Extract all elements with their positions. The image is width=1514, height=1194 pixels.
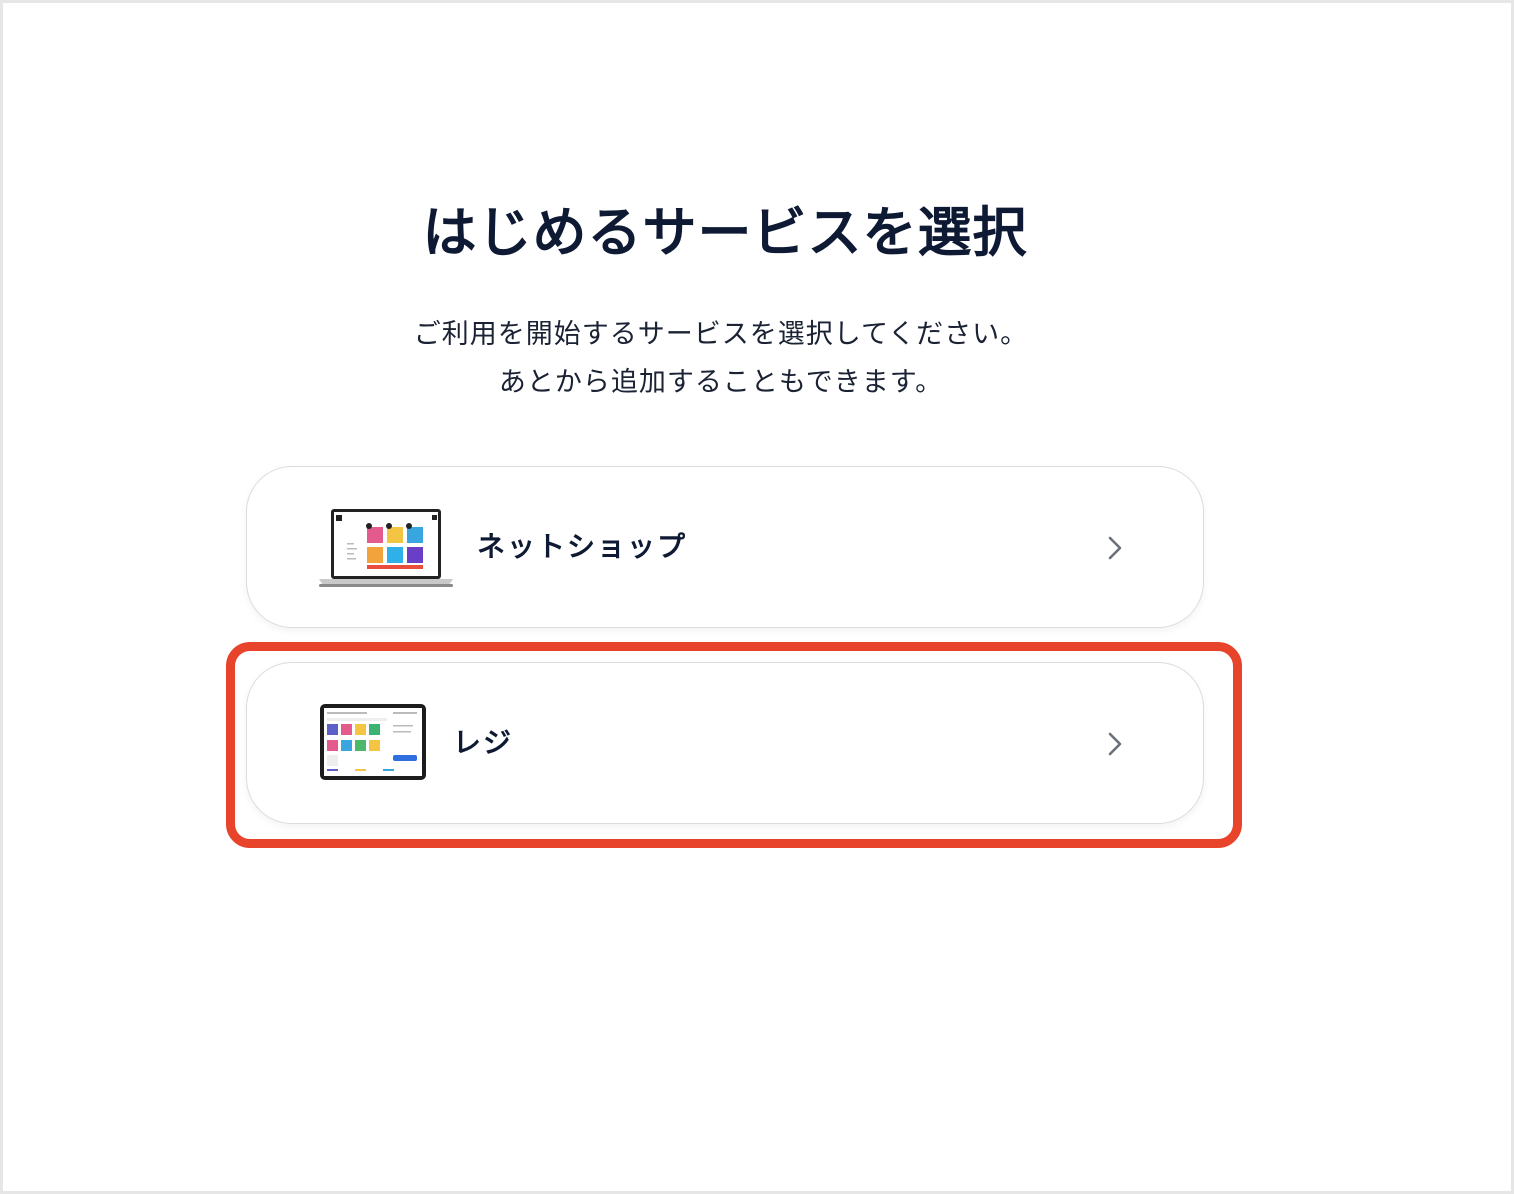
tablet-pos-image (320, 704, 426, 780)
description-line-1: ご利用を開始するサービスを選択してください。 (413, 319, 1029, 350)
chevron-right-icon (1108, 732, 1122, 756)
service-card-regi[interactable]: レジ (246, 662, 1204, 824)
service-label-regi: レジ (453, 726, 514, 759)
laptop-shop-image (319, 509, 453, 587)
service-label-netshop: ネットショップ (477, 530, 688, 563)
description-line-2: あとから追加することもできます。 (498, 367, 944, 398)
service-card-netshop[interactable]: ネットショップ (246, 466, 1204, 628)
page-title: はじめるサービスを選択 (422, 201, 1028, 264)
chevron-right-icon (1108, 536, 1122, 560)
